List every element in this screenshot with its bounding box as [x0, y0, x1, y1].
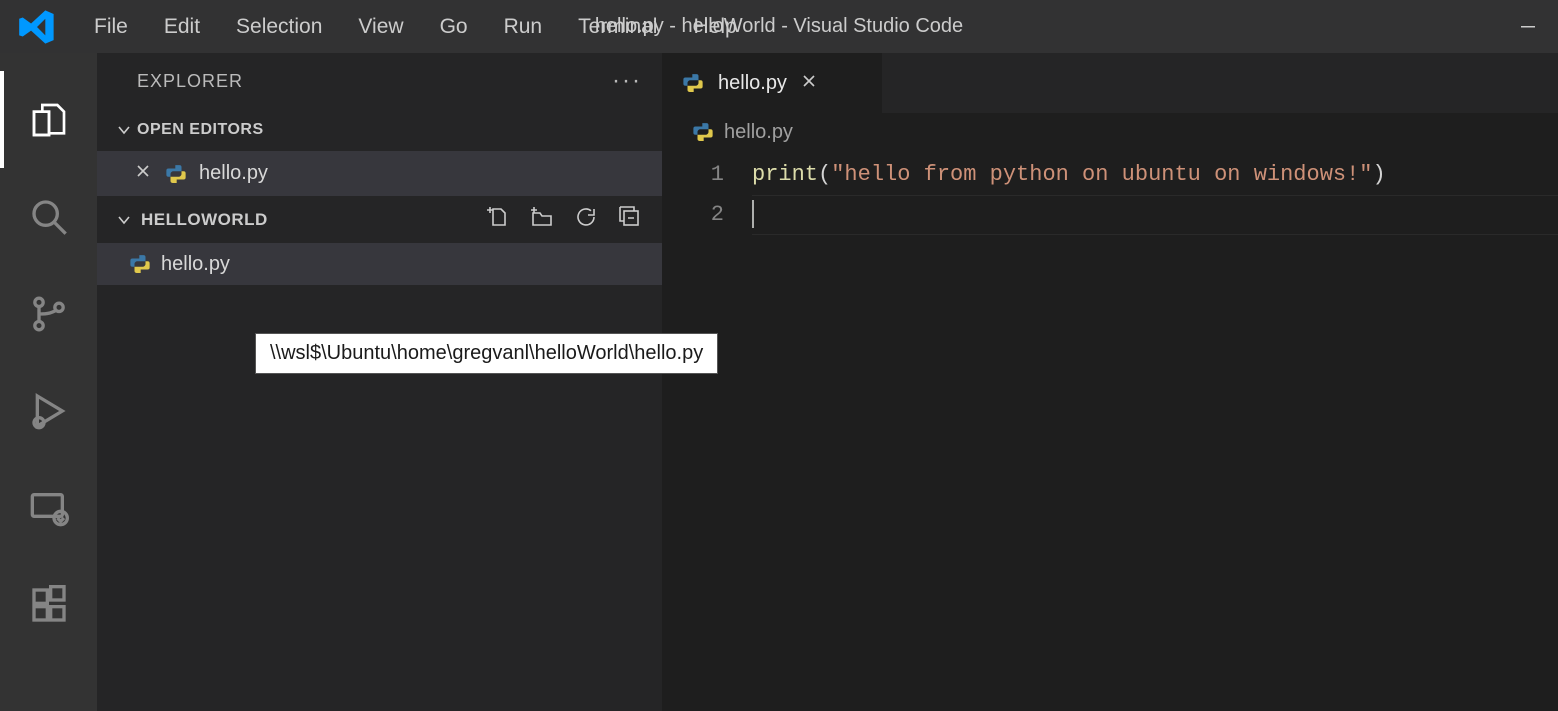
python-file-icon [129, 253, 151, 275]
menu-edit[interactable]: Edit [146, 15, 218, 39]
refresh-icon[interactable] [574, 205, 598, 234]
code-content[interactable]: print("hello from python on ubuntu on wi… [752, 151, 1558, 711]
chevron-down-icon [111, 212, 137, 228]
python-file-icon [692, 121, 714, 143]
window-controls [1498, 0, 1558, 53]
menu-view[interactable]: View [340, 15, 421, 39]
editor-tab-bar: hello.py [662, 53, 1558, 113]
title-bar: File Edit Selection View Go Run Terminal… [0, 0, 1558, 53]
open-editor-filename: hello.py [199, 162, 268, 185]
activity-explorer[interactable] [0, 71, 97, 168]
open-editors-section[interactable]: OPEN EDITORS [97, 109, 662, 151]
menu-file[interactable]: File [76, 15, 146, 39]
chevron-down-icon [111, 122, 137, 138]
python-file-icon [165, 163, 187, 185]
close-icon[interactable] [801, 72, 817, 95]
code-editor[interactable]: 1 2 print("hello from python on ubuntu o… [662, 151, 1558, 711]
folder-name: HELLOWORLD [141, 210, 268, 230]
line-number: 2 [662, 195, 724, 235]
tree-file-item[interactable]: hello.py [97, 243, 662, 285]
activity-search[interactable] [0, 168, 97, 265]
tab-label: hello.py [718, 72, 787, 95]
line-number: 1 [662, 155, 724, 195]
menu-selection[interactable]: Selection [218, 15, 340, 39]
tree-file-name: hello.py [161, 253, 230, 276]
open-editor-item[interactable]: hello.py [97, 151, 662, 196]
more-actions-icon[interactable]: ··· [612, 67, 642, 95]
sidebar-title: EXPLORER [137, 71, 243, 92]
new-file-icon[interactable] [486, 205, 510, 234]
open-editors-label: OPEN EDITORS [137, 121, 264, 139]
activity-run-debug[interactable] [0, 362, 97, 459]
explorer-sidebar: EXPLORER ··· OPEN EDITORS hello.py HELL [97, 53, 662, 711]
activity-bar [0, 53, 97, 711]
current-line-highlight [752, 195, 1558, 235]
folder-section-header[interactable]: HELLOWORLD [97, 196, 662, 243]
close-icon[interactable] [135, 163, 153, 184]
minimize-button[interactable] [1498, 0, 1558, 53]
activity-extensions[interactable] [0, 556, 97, 653]
file-path-tooltip: \\wsl$\Ubuntu\home\gregvanl\helloWorld\h… [255, 333, 718, 374]
activity-source-control[interactable] [0, 265, 97, 362]
code-line-1: print("hello from python on ubuntu on wi… [752, 155, 1558, 195]
window-title: hello.py - helloWorld - Visual Studio Co… [429, 15, 1129, 38]
line-number-gutter: 1 2 [662, 151, 752, 711]
vscode-logo-icon [18, 8, 56, 46]
activity-remote-explorer[interactable] [0, 459, 97, 556]
editor-tab[interactable]: hello.py [662, 53, 882, 113]
new-folder-icon[interactable] [530, 205, 554, 234]
editor-group: hello.py hello.py 1 2 print("hello from … [662, 53, 1558, 711]
python-file-icon [682, 72, 704, 94]
breadcrumb-label: hello.py [724, 121, 793, 144]
breadcrumb[interactable]: hello.py [662, 113, 1558, 151]
collapse-all-icon[interactable] [618, 205, 642, 234]
sidebar-header: EXPLORER ··· [97, 53, 662, 109]
